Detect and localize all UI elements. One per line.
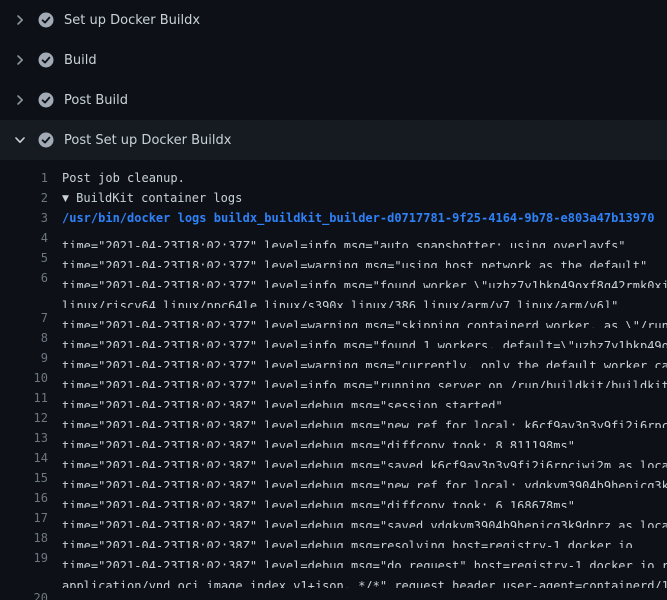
log-line: 20 time="2021-04-23T18:02:38Z" level=deb… [0,588,667,600]
log-line-number[interactable] [0,288,48,308]
chevron-icon[interactable] [12,12,28,28]
check-circle-icon [38,132,54,148]
log-line-number[interactable] [0,568,48,588]
log-line-text: time="2021-04-23T18:02:38Z" level=debug … [48,468,667,488]
log-line: 17 time="2021-04-23T18:02:38Z" level=deb… [0,508,667,528]
log-group-toggle-icon[interactable]: ▼ [62,189,69,208]
log-line: 5 time="2021-04-23T18:02:37Z" level=warn… [0,248,667,268]
log-line: 3 /usr/bin/docker logs buildx_buildkit_b… [0,208,667,228]
log-line: 16 time="2021-04-23T18:02:38Z" level=deb… [0,488,667,508]
log-line: 4 time="2021-04-23T18:02:37Z" level=info… [0,228,667,248]
log-line: 1 Post job cleanup. [0,168,667,188]
log-line: 8 time="2021-04-23T18:02:37Z" level=info… [0,328,667,348]
log-line-text: time="2021-04-23T18:02:38Z" level=debug … [48,588,667,600]
log-line-number[interactable]: 3 [0,208,48,228]
log-line-number[interactable]: 13 [0,428,48,448]
log-line-text: time="2021-04-23T18:02:37Z" level=warnin… [48,348,667,368]
log-line-text: time="2021-04-23T18:02:38Z" level=debug … [48,508,667,528]
log-line-text: application/vnd.oci.image.index.v1+json,… [48,568,667,588]
log-line-number[interactable]: 17 [0,508,48,528]
log-line-text: time="2021-04-23T18:02:38Z" level=debug … [48,428,667,448]
log-line-text: time="2021-04-23T18:02:37Z" level=info m… [48,328,667,348]
check-circle-icon [38,52,54,68]
log-line: 12 time="2021-04-23T18:02:38Z" level=deb… [0,408,667,428]
log-line-text: time="2021-04-23T18:02:37Z" level=warnin… [48,248,667,268]
log-line-number[interactable]: 16 [0,488,48,508]
step-header[interactable]: Set up Docker Buildx [0,0,667,40]
log-line-number[interactable]: 9 [0,348,48,368]
log-line-number[interactable]: 2 [0,188,48,208]
log-line-number[interactable]: 19 [0,548,48,568]
log-line-number[interactable]: 20 [0,588,48,600]
log-line-number[interactable]: 12 [0,408,48,428]
step-header[interactable]: Post Set up Docker Buildx [0,120,667,160]
log-line-text: linux/riscv64 linux/ppc64le linux/s390x … [48,288,667,308]
log-line-number[interactable]: 8 [0,328,48,348]
log-line-text: time="2021-04-23T18:02:38Z" level=debug … [48,448,667,468]
log-line-number[interactable]: 14 [0,448,48,468]
log-line-text: time="2021-04-23T18:02:38Z" level=debug … [48,388,667,408]
step-label: Build [64,53,97,68]
chevron-icon[interactable] [12,92,28,108]
log-line-number[interactable]: 10 [0,368,48,388]
log-line: 15 time="2021-04-23T18:02:38Z" level=deb… [0,468,667,488]
check-circle-icon [38,92,54,108]
log-line-text: time="2021-04-23T18:02:37Z" level=info m… [48,368,667,388]
log-line-text: time="2021-04-23T18:02:38Z" level=debug … [48,528,667,548]
log-line-number[interactable]: 6 [0,268,48,288]
log-line-text: time="2021-04-23T18:02:38Z" level=debug … [48,488,667,508]
log-line-text: time="2021-04-23T18:02:37Z" level=info m… [48,268,667,288]
log-line: 14 time="2021-04-23T18:02:38Z" level=deb… [0,448,667,468]
log-line-text: /usr/bin/docker logs buildx_buildkit_bui… [48,208,667,228]
log-line-text: ▼ BuildKit container logs [48,188,667,208]
log-line-number[interactable]: 11 [0,388,48,408]
log-lines: 1 Post job cleanup. 2 ▼ BuildKit contain… [0,160,667,600]
chevron-icon[interactable] [12,132,28,148]
log-line-text: time="2021-04-23T18:02:37Z" level=info m… [48,228,667,248]
log-line-text: time="2021-04-23T18:02:37Z" level=warnin… [48,308,667,328]
log-line-number[interactable]: 5 [0,248,48,268]
log-line-text: time="2021-04-23T18:02:38Z" level=debug … [48,408,667,428]
log-line: 6 time="2021-04-23T18:02:37Z" level=info… [0,268,667,288]
log-line: 11 time="2021-04-23T18:02:38Z" level=deb… [0,388,667,408]
log-line-text: Post job cleanup. [48,168,667,188]
log-line: 9 time="2021-04-23T18:02:37Z" level=warn… [0,348,667,368]
check-circle-icon [38,12,54,28]
log-line: 10 time="2021-04-23T18:02:37Z" level=inf… [0,368,667,388]
step-header[interactable]: Build [0,40,667,80]
steps-list: Set up Docker Buildx Build [0,0,667,160]
log-line: 18 time="2021-04-23T18:02:38Z" level=deb… [0,528,667,548]
log-line: linux/riscv64 linux/ppc64le linux/s390x … [0,288,667,308]
log-line: 7 time="2021-04-23T18:02:37Z" level=warn… [0,308,667,328]
log-line-number[interactable]: 1 [0,168,48,188]
log-line-number[interactable]: 18 [0,528,48,548]
actions-log-viewer: Set up Docker Buildx Build [0,0,667,600]
step-label: Post Build [64,93,128,108]
step-label: Set up Docker Buildx [64,13,200,28]
log-line: 19 time="2021-04-23T18:02:38Z" level=deb… [0,548,667,568]
log-line-text: time="2021-04-23T18:02:38Z" level=debug … [48,548,667,568]
step-header[interactable]: Post Build [0,80,667,120]
log-line-number[interactable]: 7 [0,308,48,328]
log-line: application/vnd.oci.image.index.v1+json,… [0,568,667,588]
step-label: Post Set up Docker Buildx [64,133,231,148]
log-line: 2 ▼ BuildKit container logs [0,188,667,208]
log-line-number[interactable]: 15 [0,468,48,488]
log-line-number[interactable]: 4 [0,228,48,248]
log-line: 13 time="2021-04-23T18:02:38Z" level=deb… [0,428,667,448]
chevron-icon[interactable] [12,52,28,68]
